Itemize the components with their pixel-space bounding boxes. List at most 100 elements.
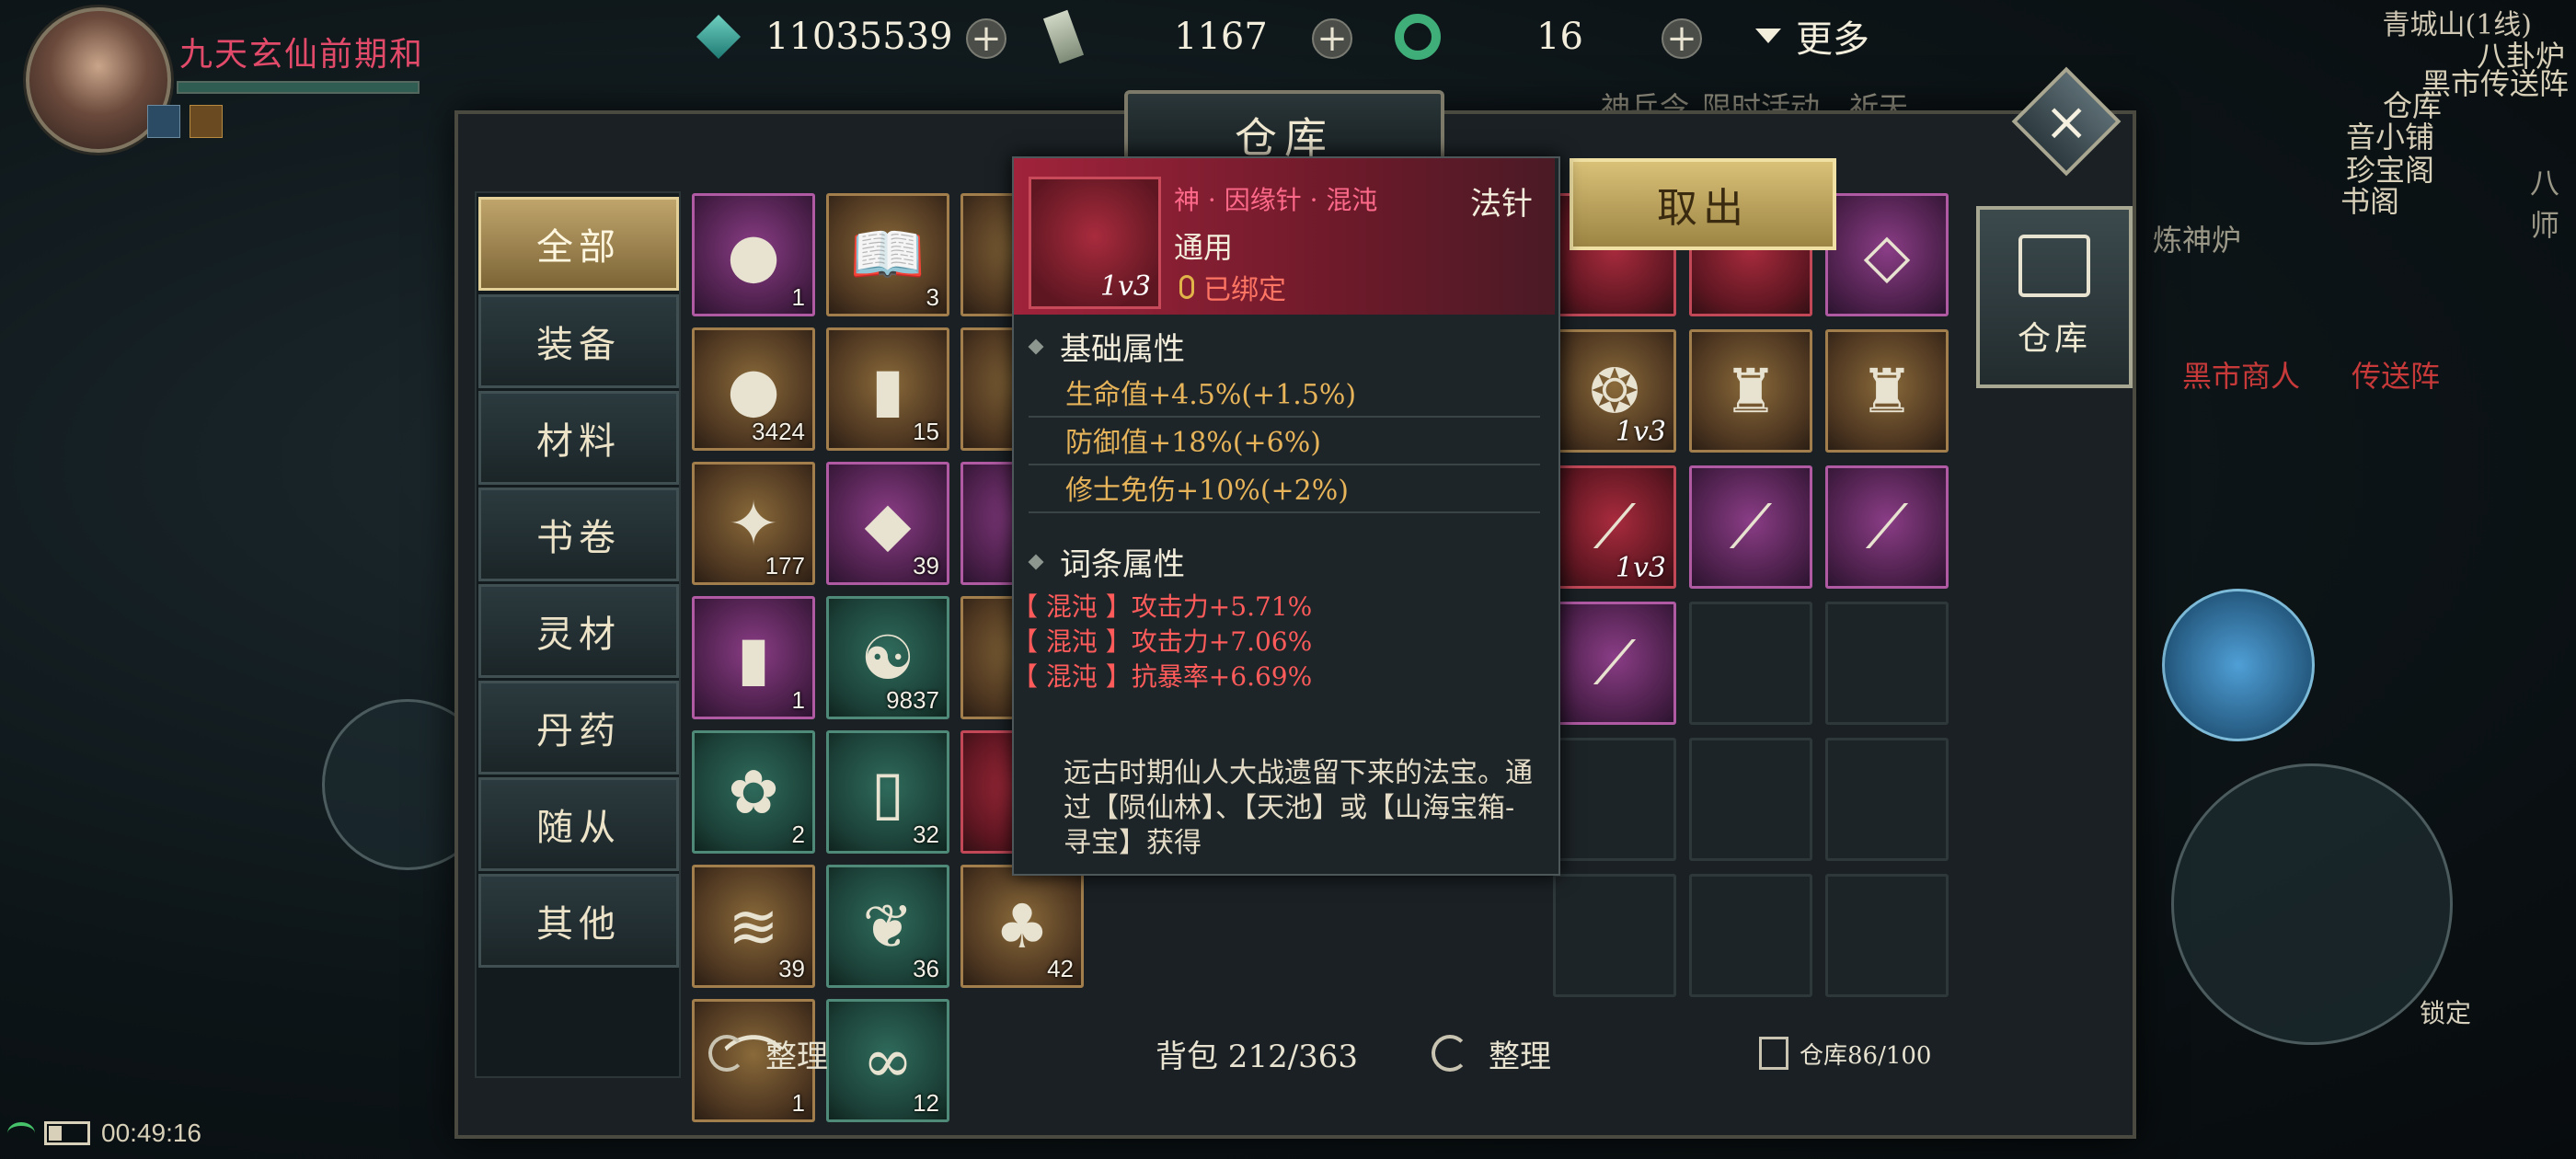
bag-slot[interactable]: ▮ 1 xyxy=(692,596,815,719)
storage-slot[interactable]: ◇ xyxy=(1825,193,1949,316)
storage-slot[interactable] xyxy=(1825,602,1949,725)
storage-slot[interactable] xyxy=(1825,738,1949,861)
bag-slot[interactable]: ● 3424 xyxy=(692,327,815,451)
bag-slot[interactable]: ✿ 2 xyxy=(692,730,815,854)
base-stat: 防御值+18%(+6%) xyxy=(1065,427,1321,459)
item-icon: ⟋ xyxy=(1593,626,1637,698)
storage-slot[interactable] xyxy=(1689,738,1812,861)
lock-target-button[interactable]: 锁定 xyxy=(2420,993,2471,1030)
bag-sort-button[interactable]: 整理 xyxy=(708,1023,828,1084)
category-other[interactable]: 其他 xyxy=(478,874,679,968)
bag-slot[interactable]: ▯ 32 xyxy=(826,730,949,854)
skill-button[interactable] xyxy=(2162,589,2315,741)
item-icon: ⟋ xyxy=(1729,490,1773,562)
jade-ring-icon xyxy=(1395,14,1441,60)
item-icon: ♜ xyxy=(1723,355,1778,427)
diamond-icon xyxy=(1028,554,1044,569)
needle-icon: 1v3 xyxy=(1029,177,1161,309)
lock-icon xyxy=(1179,275,1194,299)
storage-slot[interactable]: ⟋ xyxy=(1553,602,1676,725)
bag-capacity: 背包 212/363 xyxy=(1156,1038,1359,1075)
add-token-button[interactable]: + xyxy=(1312,18,1352,59)
item-icon xyxy=(1828,740,1946,858)
storage-slot[interactable]: ❂ 1v3 xyxy=(1553,329,1676,453)
category-spirit-materials[interactable]: 灵材 xyxy=(478,584,679,678)
add-ring-button[interactable]: + xyxy=(1662,18,1702,59)
warehouse-icon xyxy=(2018,235,2090,297)
jade-crystal-icon xyxy=(696,14,742,60)
item-description: 远古时期仙人大战遗留下来的法宝。通过【陨仙林】、【天池】或【山海宝箱-寻宝】获得 xyxy=(1064,757,1533,859)
item-count: 3424 xyxy=(752,418,805,445)
item-icon xyxy=(1692,877,1810,994)
bag-slot[interactable]: 📖 3 xyxy=(826,193,949,316)
storage-slot[interactable]: ⟋ 1v3 xyxy=(1553,465,1676,589)
item-level: 1v3 xyxy=(1615,552,1666,584)
item-icon xyxy=(1692,604,1810,722)
storage-slot[interactable] xyxy=(1553,874,1676,997)
item-count: 177 xyxy=(765,552,805,580)
storage-slot[interactable]: ♜ xyxy=(1825,329,1949,453)
add-jade-button[interactable]: + xyxy=(966,18,1006,59)
item-count: 2 xyxy=(791,820,805,848)
bag-slot[interactable]: ✦ 177 xyxy=(692,462,815,585)
bag-slot[interactable]: ☯ 9837 xyxy=(826,596,949,719)
item-count: 32 xyxy=(913,820,939,848)
item-count: 39 xyxy=(778,955,805,982)
chevron-down-icon xyxy=(1755,29,1781,43)
category-books[interactable]: 书卷 xyxy=(478,488,679,581)
storage-slot[interactable] xyxy=(1689,874,1812,997)
attack-button[interactable] xyxy=(2171,763,2453,1045)
storage-capacity: 仓库86/100 xyxy=(1759,1023,1931,1084)
category-all[interactable]: 全部 xyxy=(478,197,679,291)
bag-slot[interactable]: ≋ 39 xyxy=(692,865,815,988)
warehouse-icon xyxy=(1759,1037,1788,1070)
bag-slot[interactable]: ∞ 12 xyxy=(826,999,949,1122)
storage-slot[interactable] xyxy=(1689,602,1812,725)
bag-slot[interactable]: ● 1 xyxy=(692,193,815,316)
storage-slot[interactable] xyxy=(1553,738,1676,861)
bag-slot[interactable]: ▮ 15 xyxy=(826,327,949,451)
storage-slot[interactable]: ⟋ xyxy=(1825,465,1949,589)
bag-slot[interactable]: ♣ 42 xyxy=(960,865,1084,988)
affix-stat: 【 混沌 】攻击力+7.06% xyxy=(1012,626,1313,657)
category-equipment[interactable]: 装备 xyxy=(478,294,679,388)
resource-value: 1167 xyxy=(1174,16,1268,58)
bound-status: 已绑定 xyxy=(1179,267,1286,307)
clock: 00:49:16 xyxy=(101,1119,201,1147)
battery-icon xyxy=(44,1121,90,1145)
item-count: 15 xyxy=(913,418,939,445)
player-name[interactable]: 九天玄仙前期和 xyxy=(179,28,424,75)
item-count: 42 xyxy=(1047,955,1074,982)
storage-slot[interactable]: ♜ xyxy=(1689,329,1812,453)
storage-slot[interactable]: ⟋ xyxy=(1689,465,1812,589)
item-count: 9837 xyxy=(886,686,939,714)
base-stat: 生命值+4.5%(+1.5%) xyxy=(1065,379,1357,411)
bound-label: 已绑定 xyxy=(1203,274,1286,306)
bag-slot[interactable]: ◆ 39 xyxy=(826,462,949,585)
item-icon: ⟋ xyxy=(1865,490,1909,562)
more-menu-button[interactable]: 更多 xyxy=(1755,9,1869,63)
base-attr-title-text: 基础属性 xyxy=(1060,331,1185,368)
item-count: 1 xyxy=(791,283,805,311)
item-count: 1 xyxy=(791,1089,805,1117)
map-label: 八师 xyxy=(2530,166,2560,243)
category-pills[interactable]: 丹药 xyxy=(478,681,679,775)
item-icon xyxy=(1692,740,1810,858)
tab-warehouse[interactable]: 仓库 xyxy=(1976,206,2133,388)
storage-sort-button[interactable]: 整理 xyxy=(1432,1023,1551,1084)
status-bar: 00:49:16 xyxy=(0,1115,201,1152)
take-out-button[interactable]: 取出 xyxy=(1570,158,1836,250)
item-icon xyxy=(1828,877,1946,994)
category-materials[interactable]: 材料 xyxy=(478,391,679,485)
bag-slot[interactable]: ❦ 36 xyxy=(826,865,949,988)
buff-icon[interactable] xyxy=(147,105,180,138)
item-type: 法针 xyxy=(1470,186,1533,223)
storage-slot[interactable] xyxy=(1825,874,1949,997)
buff-icon[interactable] xyxy=(190,105,223,138)
item-icon xyxy=(1556,740,1673,858)
resource-ring: 16 xyxy=(1395,9,1583,64)
category-followers[interactable]: 随从 xyxy=(478,777,679,871)
map-label: 黑市商人 xyxy=(2182,359,2301,394)
base-stat: 修士免伤+10%(+2%) xyxy=(1065,475,1349,507)
close-icon: × xyxy=(2043,89,2089,153)
